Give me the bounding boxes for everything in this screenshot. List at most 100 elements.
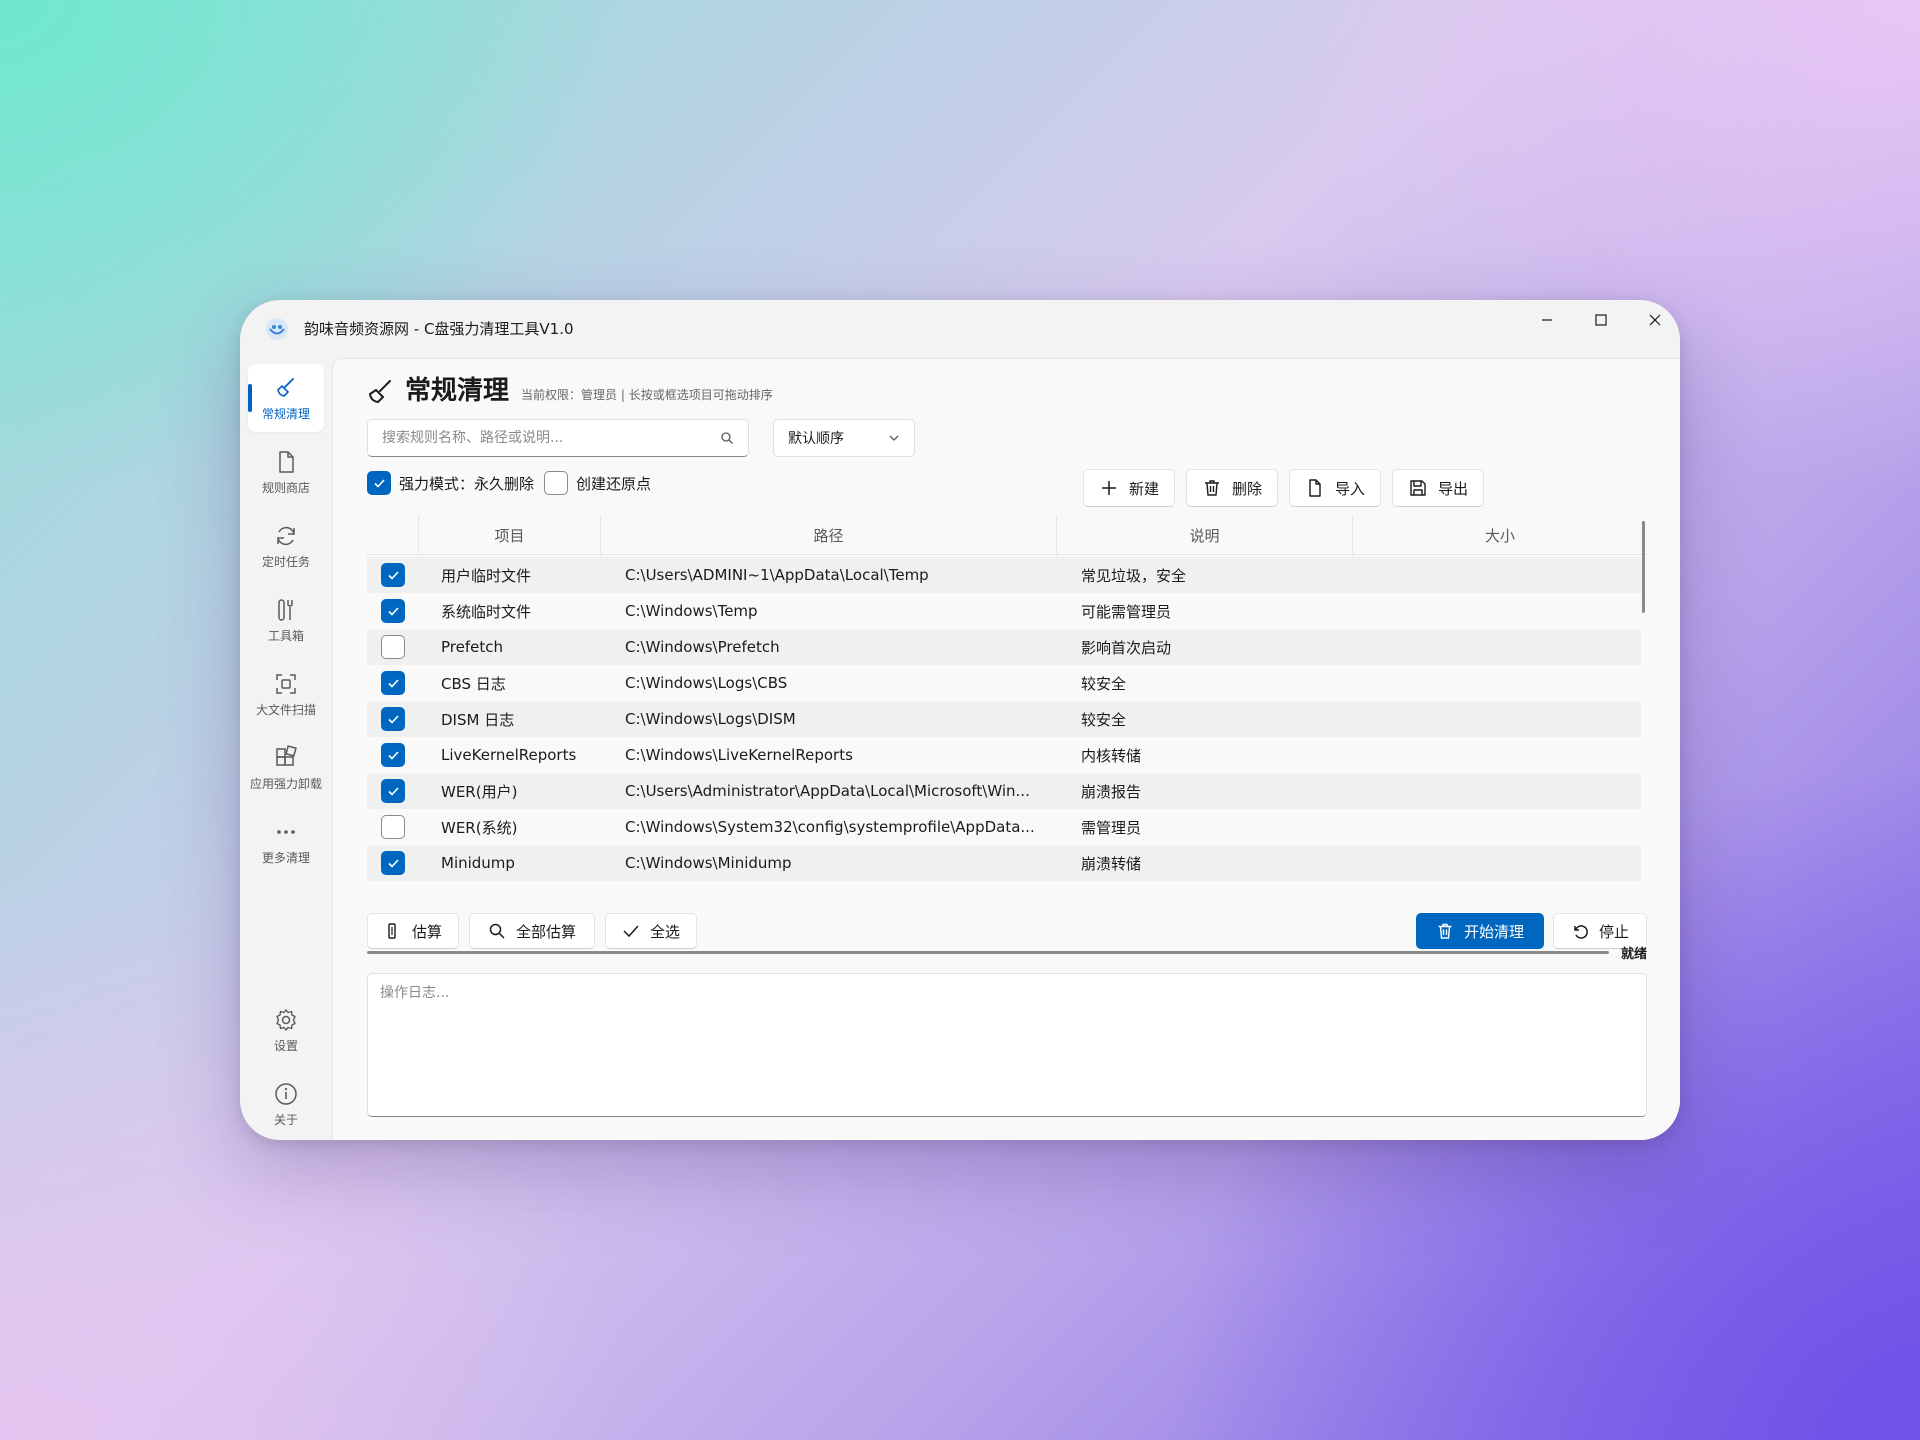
delete-button-label: 删除 xyxy=(1231,479,1262,498)
check-icon xyxy=(387,750,399,760)
sidebar-item-about[interactable]: 关于 xyxy=(248,1070,324,1138)
progress-bar xyxy=(367,951,1609,954)
window-title: 韵味音频资源网 - C盘强力清理工具V1.0 xyxy=(304,320,574,338)
sidebar-item-more-clean[interactable]: 更多清理 xyxy=(248,808,324,876)
table-row[interactable]: WER(用户) C:\Users\Administrator\AppData\L… xyxy=(367,773,1641,809)
sidebar: 常规清理 规则商店 定时任务 工具箱 大文件扫描 应用强力卸载 更多清理 设置 … xyxy=(240,358,332,1140)
row-description: 崩溃转储 xyxy=(1081,854,1142,873)
row-path: C:\Windows\Prefetch xyxy=(625,638,780,656)
search-input[interactable] xyxy=(382,430,720,446)
table-row[interactable]: 用户临时文件 C:\Users\ADMINI~1\AppData\Local\T… xyxy=(367,557,1641,593)
trash-icon xyxy=(1438,923,1452,939)
refresh-icon xyxy=(277,526,295,545)
column-header-path[interactable]: 路径 xyxy=(601,515,1057,555)
sidebar-item-scheduled-tasks[interactable]: 定时任务 xyxy=(248,512,324,580)
import-button[interactable]: 导入 xyxy=(1289,469,1381,507)
row-checkbox[interactable] xyxy=(381,851,405,875)
export-button[interactable]: 导出 xyxy=(1392,469,1484,507)
scrollbar-thumb[interactable] xyxy=(1642,521,1645,613)
table-row[interactable]: WER(系统) C:\Windows\System32\config\syste… xyxy=(367,809,1641,845)
row-description: 较安全 xyxy=(1081,710,1127,729)
row-item-name: DISM 日志 xyxy=(441,710,515,729)
sidebar-item-label: 设置 xyxy=(273,1038,298,1053)
column-header-size[interactable]: 大小 xyxy=(1353,515,1647,555)
rules-table: 项目 路径 说明 大小 用户临时文件 C:\Users\ADMINI~1\App… xyxy=(367,515,1647,889)
row-checkbox[interactable] xyxy=(381,743,405,767)
row-item-name: WER(用户) xyxy=(441,782,518,801)
sidebar-item-rule-store[interactable]: 规则商店 xyxy=(248,438,324,506)
row-description: 崩溃报告 xyxy=(1081,782,1142,801)
row-path: C:\Windows\Minidump xyxy=(625,854,792,872)
search-box[interactable] xyxy=(367,419,749,457)
check-icon xyxy=(387,606,399,616)
sidebar-item-label: 规则商店 xyxy=(261,480,310,495)
estimate-all-button[interactable]: 全部估算 xyxy=(469,913,595,949)
row-item-name: Minidump xyxy=(441,854,515,872)
sidebar-item-large-file-scan[interactable]: 大文件扫描 xyxy=(248,660,324,728)
main-content: 常规清理 当前权限：管理员 | 长按或框选项目可拖动排序 默认顺序 强力模式：永… xyxy=(332,358,1680,1140)
delete-button[interactable]: 删除 xyxy=(1186,469,1278,507)
row-item-name: Prefetch xyxy=(441,638,503,656)
table-row[interactable]: Minidump C:\Windows\Minidump 崩溃转储 xyxy=(367,845,1641,881)
force-mode-label[interactable]: 强力模式：永久删除 xyxy=(399,473,534,494)
row-path: C:\Windows\System32\config\systemprofile… xyxy=(625,818,1035,836)
broom-icon xyxy=(369,380,391,403)
row-checkbox[interactable] xyxy=(381,779,405,803)
select-all-button[interactable]: 全选 xyxy=(605,913,697,949)
row-checkbox[interactable] xyxy=(381,635,405,659)
table-row[interactable]: Prefetch C:\Windows\Prefetch 影响首次启动 xyxy=(367,629,1641,665)
row-checkbox[interactable] xyxy=(381,671,405,695)
check-icon xyxy=(387,678,399,688)
table-scrollbar[interactable] xyxy=(1641,515,1647,889)
sidebar-item-label: 应用强力卸载 xyxy=(249,776,322,791)
row-checkbox[interactable] xyxy=(381,563,405,587)
row-path: C:\Users\Administrator\AppData\Local\Mic… xyxy=(625,782,1030,800)
search-icon[interactable] xyxy=(720,431,734,445)
row-item-name: 系统临时文件 xyxy=(441,602,532,621)
document-icon xyxy=(279,450,294,473)
title-bar[interactable]: 韵味音频资源网 - C盘强力清理工具V1.0 xyxy=(240,300,1680,358)
table-row[interactable]: 系统临时文件 C:\Windows\Temp 可能需管理员 xyxy=(367,593,1641,629)
estimate-button[interactable]: 估算 xyxy=(367,913,459,949)
operation-log[interactable] xyxy=(367,973,1647,1117)
column-header-item[interactable]: 项目 xyxy=(419,515,601,555)
row-path: C:\Windows\Logs\DISM xyxy=(625,710,796,728)
table-row[interactable]: CBS 日志 C:\Windows\Logs\CBS 较安全 xyxy=(367,665,1641,701)
select-all-button-label: 全选 xyxy=(649,922,680,941)
new-button[interactable]: 新建 xyxy=(1083,469,1175,507)
trash-icon xyxy=(1204,480,1219,496)
row-description: 常见垃圾，安全 xyxy=(1081,566,1187,585)
close-button[interactable] xyxy=(1628,300,1680,340)
restore-point-checkbox[interactable] xyxy=(544,471,569,495)
force-mode-checkbox[interactable] xyxy=(367,471,391,495)
row-item-name: CBS 日志 xyxy=(441,674,506,693)
scan-icon xyxy=(276,673,296,694)
row-description: 需管理员 xyxy=(1081,818,1142,837)
table-row[interactable]: LiveKernelReports C:\Windows\LiveKernelR… xyxy=(367,737,1641,773)
sidebar-item-regular-clean[interactable]: 常规清理 xyxy=(248,364,324,432)
plus-icon xyxy=(1101,481,1116,495)
page-header: 常规清理 当前权限：管理员 | 长按或框选项目可拖动排序 xyxy=(365,375,773,407)
sidebar-item-app-uninstall[interactable]: 应用强力卸载 xyxy=(248,734,324,802)
row-checkbox[interactable] xyxy=(381,707,405,731)
maximize-button[interactable] xyxy=(1574,300,1628,340)
tools-icon xyxy=(278,598,293,621)
estimate-button-label: 估算 xyxy=(411,922,442,941)
table-row[interactable]: DISM 日志 C:\Windows\Logs\DISM 较安全 xyxy=(367,701,1641,737)
log-textarea[interactable] xyxy=(380,982,1634,1108)
column-header-select[interactable] xyxy=(367,515,419,555)
row-description: 可能需管理员 xyxy=(1081,602,1172,621)
sidebar-item-settings[interactable]: 设置 xyxy=(248,996,324,1064)
row-checkbox[interactable] xyxy=(381,815,405,839)
column-header-description[interactable]: 说明 xyxy=(1057,515,1353,555)
page-hint: 当前权限：管理员 | 长按或框选项目可拖动排序 xyxy=(521,388,773,402)
row-checkbox[interactable] xyxy=(381,599,405,623)
more-icon xyxy=(277,829,295,834)
maximize-icon xyxy=(1595,314,1607,326)
start-clean-button[interactable]: 开始清理 xyxy=(1416,913,1544,949)
sort-order-select[interactable]: 默认顺序 xyxy=(773,419,915,457)
sidebar-item-toolbox[interactable]: 工具箱 xyxy=(248,586,324,654)
minimize-button[interactable] xyxy=(1520,300,1574,340)
broom-icon xyxy=(277,377,294,397)
restore-point-label[interactable]: 创建还原点 xyxy=(576,473,651,494)
